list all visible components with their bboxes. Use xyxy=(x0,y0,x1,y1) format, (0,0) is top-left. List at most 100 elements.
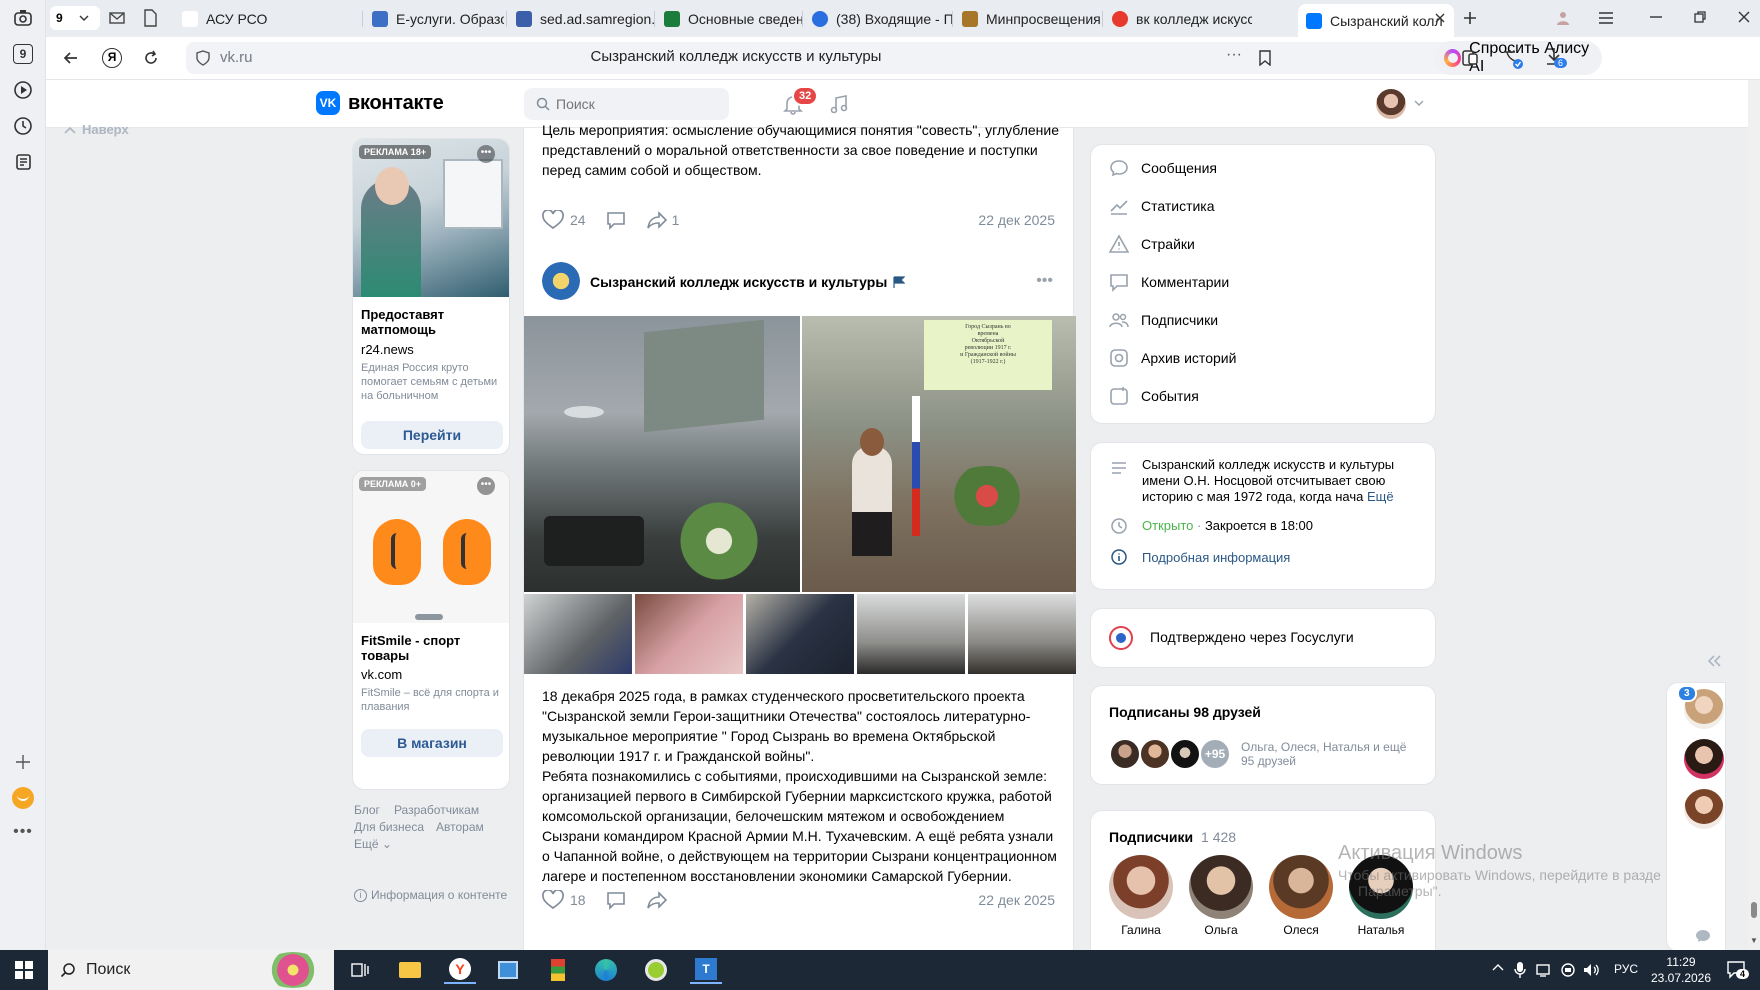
post-thumb-5[interactable] xyxy=(968,594,1076,674)
menu-icon[interactable] xyxy=(1598,11,1614,25)
more-actions-icon[interactable]: ··· xyxy=(1226,46,1242,64)
books-app-icon[interactable] xyxy=(542,956,574,984)
action-center-icon[interactable]: 4 xyxy=(1726,959,1750,979)
menu-statistics[interactable]: Статистика xyxy=(1109,191,1215,221)
post-photo-2[interactable]: Город Сызрань во времена Октябрьской рев… xyxy=(802,316,1076,592)
file-explorer-icon[interactable] xyxy=(394,956,426,984)
extensions-icon[interactable] xyxy=(1460,48,1480,68)
post-thumb-3[interactable] xyxy=(746,594,854,674)
post-thumb-1[interactable] xyxy=(524,594,632,674)
menu-subscribers[interactable]: Подписчики xyxy=(1109,305,1218,335)
comment-icon[interactable] xyxy=(606,210,626,230)
edge-icon[interactable] xyxy=(590,956,622,984)
gosuslugi-card[interactable]: Подтверждено через Госуслуги xyxy=(1090,608,1436,668)
mail-icon[interactable] xyxy=(108,9,126,27)
ad-card-2[interactable]: РЕКЛАМА 0+ ••• FitSmile - спорт товары v… xyxy=(352,470,510,790)
share-icon[interactable] xyxy=(646,210,668,230)
downloads-icon[interactable]: 6 xyxy=(1544,46,1568,68)
document-icon[interactable] xyxy=(142,9,158,27)
menu-strikes[interactable]: Страйки xyxy=(1109,229,1195,259)
history-icon[interactable] xyxy=(11,114,35,138)
tab-mail[interactable]: (38) Входящие - По xyxy=(804,4,952,33)
post-date[interactable]: 22 дек 2025 xyxy=(978,892,1055,908)
back-to-top-button[interactable]: Наверх xyxy=(64,122,129,137)
footer-link-business[interactable]: Для бизнеса xyxy=(354,820,424,834)
tab-osnovnye[interactable]: Основные сведени xyxy=(656,4,802,33)
subscribers-title[interactable]: Подписчики 1 428 xyxy=(1109,829,1236,845)
minimize-icon[interactable] xyxy=(1648,9,1664,25)
tab-sed[interactable]: sed.ad.samregion.ru xyxy=(508,4,654,33)
url-field[interactable]: vk.ru Сызранский колледж искусств и куль… xyxy=(186,42,1471,74)
friend-avatar[interactable] xyxy=(1169,738,1201,770)
post-thumb-2[interactable] xyxy=(635,594,743,674)
close-tab-icon[interactable] xyxy=(1434,12,1446,24)
vk-logo[interactable]: VK вконтакте xyxy=(316,91,444,115)
subscriber-name[interactable]: Олеся xyxy=(1269,923,1333,937)
subscriber-name[interactable]: Ольга xyxy=(1189,923,1253,937)
notifications-bell-icon[interactable]: 32 xyxy=(782,86,819,115)
app-icon[interactable]: Т xyxy=(690,956,722,984)
subscriber-name[interactable]: Галина xyxy=(1109,923,1173,937)
description-more-link[interactable]: Ещё xyxy=(1367,489,1394,504)
meet-icon[interactable] xyxy=(1560,962,1576,978)
menu-messages[interactable]: Сообщения xyxy=(1109,153,1217,183)
tab-e-uslugi[interactable]: Е-услуги. Образова xyxy=(364,4,504,33)
footer-link-more[interactable]: Ещё ⌄ xyxy=(354,836,514,853)
friends-title[interactable]: Подписаны 98 друзей xyxy=(1109,704,1261,720)
zen-icon[interactable] xyxy=(11,786,35,810)
tab-asu-rso[interactable]: АСУ РСО xyxy=(174,4,362,33)
ad-domain[interactable]: r24.news xyxy=(361,342,414,357)
details-link[interactable]: Подробная информация xyxy=(1142,550,1290,565)
bookmark-icon[interactable] xyxy=(1258,50,1272,66)
menu-story-archive[interactable]: Архив историй xyxy=(1109,343,1236,373)
taskbar-search-box[interactable]: Поиск xyxy=(48,950,334,990)
windows-start-icon[interactable] xyxy=(8,956,40,984)
subscriber-avatar[interactable] xyxy=(1269,855,1333,919)
footer-link-authors[interactable]: Авторам xyxy=(436,820,484,834)
ad-more-icon[interactable]: ••• xyxy=(477,477,495,495)
group-avatar[interactable] xyxy=(542,262,580,300)
app-icon[interactable] xyxy=(492,956,524,984)
post-thumb-4[interactable] xyxy=(857,594,965,674)
tab-minpros[interactable]: Минпросвещения Р xyxy=(954,4,1102,33)
close-window-icon[interactable] xyxy=(1736,9,1752,25)
new-tab-icon[interactable] xyxy=(1462,10,1478,26)
subscriber-name[interactable]: Наталья xyxy=(1349,923,1413,937)
yandex-icon[interactable]: Я xyxy=(102,48,122,68)
tray-chevron-up-icon[interactable] xyxy=(1492,963,1504,971)
chat-avatar[interactable] xyxy=(1684,739,1724,779)
user-avatar[interactable] xyxy=(1376,89,1406,119)
menu-comments[interactable]: Комментарии xyxy=(1109,267,1229,297)
post-menu-icon[interactable]: ••• xyxy=(1036,272,1053,290)
footer-link-developers[interactable]: Разработчикам xyxy=(394,803,479,817)
post-author[interactable]: Сызранский колледж искусств и культуры xyxy=(590,274,906,290)
subscriber-avatar[interactable] xyxy=(1189,855,1253,919)
restore-icon[interactable] xyxy=(1692,9,1708,25)
menu-events[interactable]: События xyxy=(1109,381,1199,411)
network-icon[interactable] xyxy=(1536,962,1554,978)
ad-domain[interactable]: vk.com xyxy=(361,667,402,682)
app-icon[interactable] xyxy=(640,956,672,984)
yandex-browser-icon[interactable]: Y xyxy=(444,956,476,984)
task-view-icon[interactable] xyxy=(344,956,376,984)
content-info-link[interactable]: i Информация о контенте xyxy=(354,888,507,902)
vk-search-box[interactable] xyxy=(524,88,729,120)
friend-avatar[interactable] xyxy=(1109,738,1141,770)
ad-more-icon[interactable]: ••• xyxy=(477,145,495,163)
collapse-chats-icon[interactable] xyxy=(1706,655,1722,667)
back-icon[interactable] xyxy=(62,49,80,67)
tab-search[interactable]: вк колледж искусст xyxy=(1104,4,1252,33)
ad-shop-button[interactable]: В магазин xyxy=(361,729,503,757)
comment-icon[interactable] xyxy=(606,890,626,910)
ad-go-button[interactable]: Перейти xyxy=(361,421,503,449)
tab-group-button[interactable]: 9 xyxy=(50,6,100,30)
profile-icon[interactable] xyxy=(1554,9,1572,27)
scrollbar-thumb[interactable] xyxy=(1751,902,1757,918)
translate-icon[interactable] xyxy=(1502,48,1524,70)
chevron-down-icon[interactable] xyxy=(1414,100,1424,106)
screenshot-icon[interactable] xyxy=(11,6,35,30)
more-icon[interactable]: ••• xyxy=(11,820,35,844)
post-date[interactable]: 22 дек 2025 xyxy=(978,212,1055,228)
add-panel-icon[interactable] xyxy=(11,750,35,774)
carousel-dots[interactable] xyxy=(415,614,443,620)
